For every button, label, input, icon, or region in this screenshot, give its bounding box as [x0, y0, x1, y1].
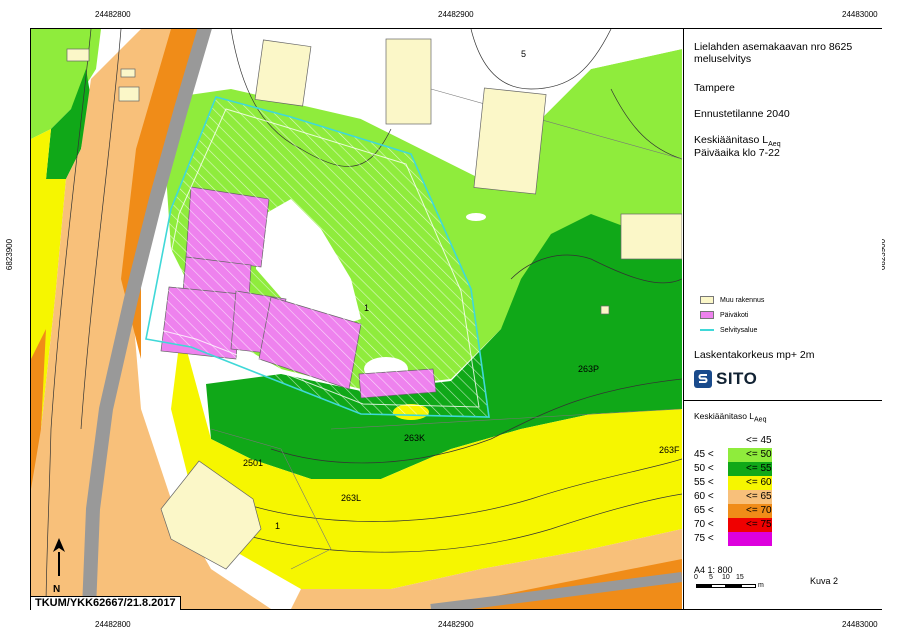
legend-selvitysalue: Selvitysalue [700, 325, 757, 335]
label-263K: 263K [404, 433, 425, 443]
figure-number: Kuva 2 [810, 576, 839, 586]
class-row-5: 65 < <= 70 [694, 504, 772, 518]
title-period: Päiväaika klo 7-22 [694, 147, 780, 159]
coord-bottom-3: 24483000 [842, 620, 878, 629]
legend-muu-rakennus: Muu rakennus [700, 295, 764, 305]
title-place: Tampere [694, 82, 735, 94]
coord-top-3: 24483000 [842, 10, 878, 19]
label-5: 5 [521, 49, 526, 59]
class-row-3: 55 < <= 60 [694, 476, 772, 490]
class-row-0: <= 45 [694, 434, 804, 448]
scale-tick-5: 5 [709, 574, 713, 581]
label-2501: 2501 [243, 458, 263, 468]
label-1: 1 [364, 303, 369, 313]
scale-tick-0: 0 [694, 574, 698, 581]
classes-title: Keskiäänitaso LAeq [694, 411, 767, 424]
zone-45-blob-3 [466, 213, 486, 221]
scale-tick-10: 10 [722, 574, 730, 581]
calc-height: Laskentakorkeus mp+ 2m [694, 349, 815, 361]
swatch-other-building [700, 296, 714, 304]
class-swatch-7 [728, 532, 772, 546]
title-scenario: Ennustetilanne 2040 [694, 108, 790, 120]
coord-top-2: 24482900 [438, 10, 474, 19]
class-row-6: 70 < <= 75 [694, 518, 772, 532]
label-263F: 263F [659, 445, 680, 455]
title-line2: meluselvitys [694, 53, 752, 65]
sito-logo: SITO [694, 369, 757, 389]
north-letter: N [53, 584, 60, 595]
stamp: TKUM/YKK62667/21.8.2017 [31, 596, 181, 610]
coord-bottom-1: 24482800 [95, 620, 131, 629]
label-263P: 263P [578, 364, 599, 374]
scale-bar [696, 584, 756, 589]
noise-map[interactable]: 5 1 1 263P 263K 263L 2501 263F N [31, 29, 682, 609]
label-263L: 263L [341, 493, 361, 503]
sito-logo-icon [694, 370, 712, 388]
scale-tick-15: 15 [736, 574, 744, 581]
legend-paivakoti: Päiväkoti [700, 310, 748, 320]
label-1b: 1 [275, 521, 280, 531]
coord-bottom-2: 24482900 [438, 620, 474, 629]
divider-1 [684, 400, 882, 401]
title-line1: Lielahden asemakaavan nro 8625 [694, 41, 853, 53]
class-row-1: 45 < <= 50 [694, 448, 772, 462]
legend-panel: Lielahden asemakaavan nro 8625 meluselvi… [683, 29, 882, 609]
sito-logo-text: SITO [716, 369, 758, 388]
class-row-7: 75 < [694, 532, 804, 546]
coord-top-1: 24482800 [95, 10, 131, 19]
swatch-daycare [700, 311, 714, 319]
class-row-4: 60 < <= 65 [694, 490, 772, 504]
coord-left: 6823900 [5, 238, 15, 271]
scale-unit: m [758, 582, 764, 589]
class-row-2: 50 < <= 55 [694, 462, 772, 476]
swatch-study-area [700, 329, 714, 331]
